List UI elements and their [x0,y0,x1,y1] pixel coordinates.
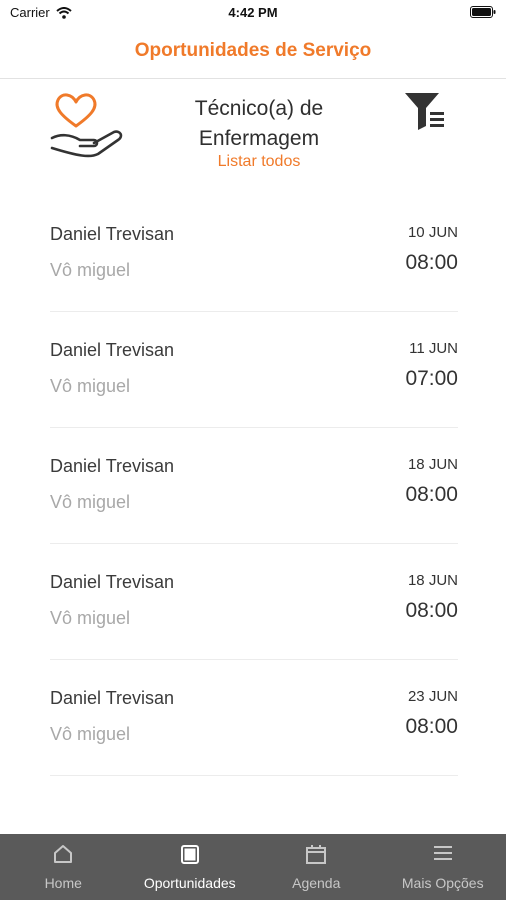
opportunity-item[interactable]: Daniel Trevisan Vô miguel 10 JUN 08:00 [50,196,458,312]
opportunity-date: 18 JUN [407,572,458,589]
filter-icon[interactable] [402,90,448,132]
tab-oportunidades[interactable]: Oportunidades [127,834,254,900]
opportunity-date: 23 JUN [407,688,458,705]
category-title: Técnico(a) de Enfermagem [150,94,368,154]
status-time: 4:42 PM [228,5,278,20]
client-name: Daniel Trevisan [50,224,175,244]
battery-icon [470,6,496,18]
calendar-icon [306,845,327,864]
opportunity-item[interactable]: Daniel Trevisan Vô miguel 18 JUN 08:00 [50,544,458,660]
location-name: Vô miguel [50,260,131,280]
opportunity-time: 08:00 [405,483,458,506]
opportunity-item[interactable]: Daniel Trevisan Vô miguel 18 JUN 08:00 [50,428,458,544]
category-title-line1: Técnico(a) de [194,97,324,120]
page-title: Oportunidades de Serviço [134,40,372,61]
tab-bar: Home Oportunidades Agenda Mais Opções [0,834,506,900]
client-name: Daniel Trevisan [50,688,175,708]
category-title-line2: Enfermagem [198,127,320,150]
opportunity-date: 11 JUN [409,340,458,357]
opportunity-time: 07:00 [405,367,458,390]
opportunity-list: Daniel Trevisan Vô miguel 10 JUN 08:00 D… [50,196,458,776]
list-all-link[interactable]: Listar todos [150,153,368,171]
tab-mais-opcoes[interactable]: Mais Opções [380,834,506,900]
tab-label: Mais Opções [401,875,484,891]
client-name: Daniel Trevisan [50,340,175,360]
opportunity-time: 08:00 [405,251,458,274]
tab-home[interactable]: Home [0,834,127,900]
location-name: Vô miguel [50,376,131,396]
opportunity-date: 10 JUN [407,224,458,241]
opportunity-time: 08:00 [405,599,458,622]
client-name: Daniel Trevisan [50,456,175,476]
category-header: Técnico(a) de Enfermagem Listar todos [0,84,506,180]
status-bar: Carrier 4:42 PM [0,0,506,26]
opportunity-date: 18 JUN [407,456,458,473]
menu-icon [433,846,452,860]
client-name: Daniel Trevisan [50,572,175,592]
opportunity-item[interactable]: Daniel Trevisan Vô miguel 23 JUN 08:00 [50,660,458,776]
location-name: Vô miguel [50,492,131,512]
opportunity-time: 08:00 [405,715,458,738]
tab-label: Agenda [292,875,341,891]
tab-label: Oportunidades [143,875,236,891]
home-icon [54,845,73,863]
heart-hand-icon [50,93,123,158]
opportunity-item[interactable]: Daniel Trevisan Vô miguel 11 JUN 07:00 [50,312,458,428]
header-divider [0,78,506,79]
location-name: Vô miguel [50,724,131,744]
location-name: Vô miguel [50,608,131,628]
tab-agenda[interactable]: Agenda [253,834,380,900]
tablet-icon [180,845,199,864]
tab-label: Home [44,875,82,891]
